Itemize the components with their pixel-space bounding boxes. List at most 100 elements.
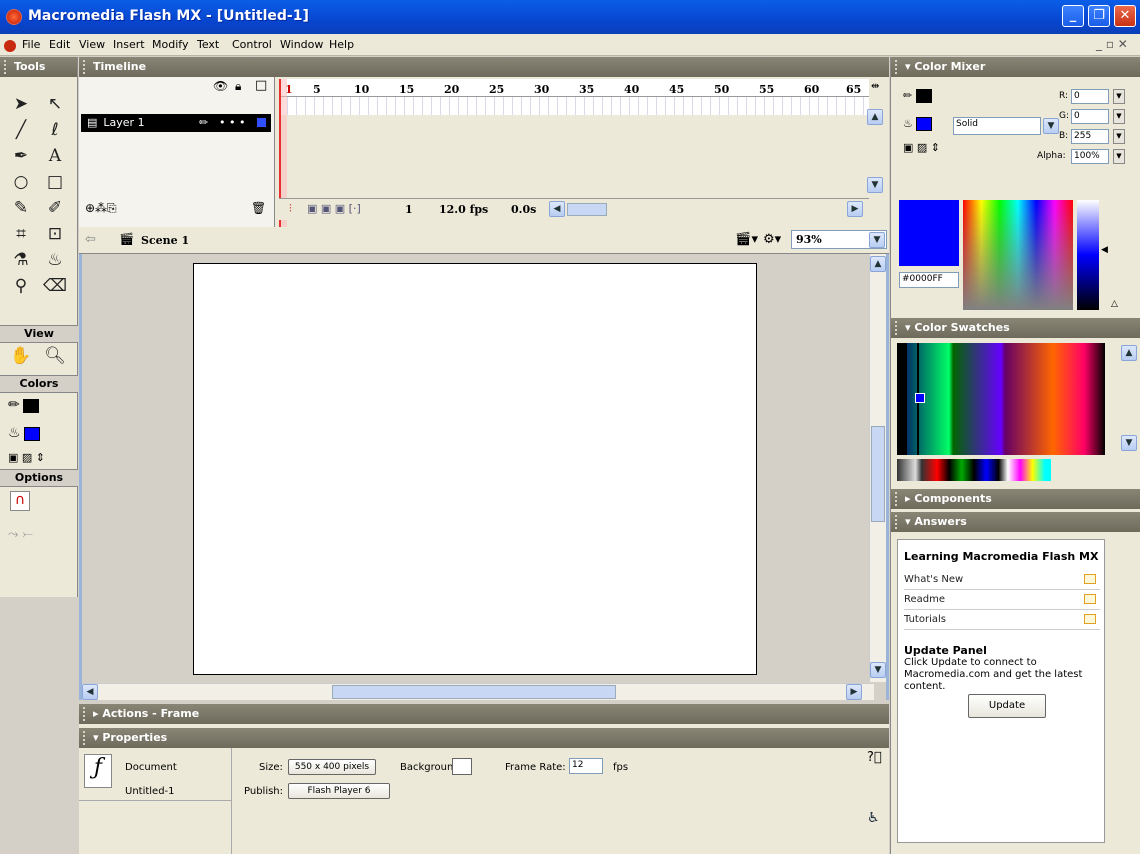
frame-row[interactable] xyxy=(279,97,869,115)
back-arrow-icon[interactable]: ⇦ xyxy=(85,232,96,247)
stroke-color-swatch[interactable] xyxy=(23,399,40,413)
mixer-stroke-control[interactable]: ✏ xyxy=(903,89,932,103)
arrow-tool-icon[interactable]: ➤ xyxy=(4,91,38,117)
menu-text[interactable]: Text xyxy=(197,38,219,51)
eyedropper-tool-icon[interactable]: ⚲ xyxy=(4,273,38,299)
color-spectrum[interactable] xyxy=(963,200,1073,310)
color-mixer-header[interactable]: ▾ Color Mixer xyxy=(891,57,1140,77)
rectangle-tool-icon[interactable]: □ xyxy=(38,169,72,195)
menu-view[interactable]: View xyxy=(79,38,105,51)
close-button[interactable]: ✕ xyxy=(1114,5,1136,27)
size-button[interactable]: 550 x 400 pixels xyxy=(288,759,376,775)
update-button[interactable]: Update xyxy=(968,694,1046,718)
stroke-color-control[interactable]: ✏ xyxy=(8,397,40,413)
red-dropdown[interactable]: ▼ xyxy=(1113,89,1125,104)
stage-vertical-scrollbar[interactable]: ▲ ▼ xyxy=(869,254,886,682)
document-icon[interactable] xyxy=(4,40,16,52)
paint-bucket-tool-icon[interactable]: ♨ xyxy=(38,247,72,273)
stage-scroll-right[interactable]: ▶ xyxy=(846,684,862,700)
alpha-input[interactable]: 100% xyxy=(1071,149,1109,164)
mixer-swap-icons[interactable]: ▣ ▨ ⇕ xyxy=(903,141,940,154)
publish-button[interactable]: Flash Player 6 xyxy=(288,783,390,799)
doc-window-controls[interactable]: _ ▫ ✕ xyxy=(1096,37,1128,51)
lasso-tool-icon[interactable]: ℓ xyxy=(38,117,72,143)
blue-dropdown[interactable]: ▼ xyxy=(1113,129,1125,144)
chevron-down-icon[interactable]: ▼ xyxy=(869,232,885,248)
frame-rate-input[interactable]: 12 xyxy=(569,758,603,774)
actions-panel-header[interactable]: ▸ Actions - Frame xyxy=(79,704,889,724)
tools-header[interactable]: Tools xyxy=(0,57,77,77)
stage-vscroll-thumb[interactable] xyxy=(871,426,885,522)
green-input[interactable]: 0 xyxy=(1071,109,1109,124)
zoom-tool-icon[interactable]: 🔍︎ xyxy=(38,343,72,369)
timeline-header[interactable]: Timeline xyxy=(79,57,889,77)
stage-hscroll-thumb[interactable] xyxy=(332,685,616,699)
timeline-scroll-up[interactable]: ▲ xyxy=(867,109,883,125)
trash-icon[interactable]: 🗑︎ xyxy=(251,201,266,215)
edit-symbol-icon[interactable]: ⚙︎▾ xyxy=(763,232,781,247)
swatches-scroll-up[interactable]: ▲ xyxy=(1121,345,1137,361)
menu-window[interactable]: Window xyxy=(280,38,323,51)
blue-input[interactable]: 255 xyxy=(1071,129,1109,144)
brightness-pointer[interactable]: ◀ xyxy=(1101,245,1108,255)
answers-header[interactable]: ▾ Answers xyxy=(891,512,1140,532)
eraser-tool-icon[interactable]: ⌫ xyxy=(38,273,72,299)
snap-magnet-icon[interactable]: ∩ xyxy=(10,491,30,511)
menu-control[interactable]: Control xyxy=(232,38,272,51)
gradient-swatches[interactable] xyxy=(897,459,1051,481)
green-dropdown[interactable]: ▼ xyxy=(1113,109,1125,124)
expand-triangle-icon[interactable]: △ xyxy=(1111,299,1118,309)
pencil-tool-icon[interactable]: ✎ xyxy=(4,195,38,221)
document-canvas[interactable] xyxy=(193,263,757,675)
eye-icon[interactable]: 👁︎ xyxy=(213,79,228,93)
mixer-fill-control[interactable]: ♨ xyxy=(903,117,933,131)
smooth-straighten-icons[interactable]: ⤳ ⤚ xyxy=(8,527,33,542)
fill-transform-tool-icon[interactable]: ⊡ xyxy=(38,221,72,247)
properties-panel-header[interactable]: ▾ Properties xyxy=(79,728,889,748)
timeline-hscroll-thumb[interactable] xyxy=(567,203,607,216)
lock-icon[interactable]: 🔒︎ xyxy=(235,79,241,94)
whats-new-link[interactable]: What's New xyxy=(904,570,1100,590)
hex-input[interactable]: #0000FF xyxy=(899,272,959,288)
help-icon[interactable]: ?⃝ xyxy=(867,750,882,765)
hand-tool-icon[interactable]: ✋ xyxy=(4,343,38,369)
menu-modify[interactable]: Modify xyxy=(152,38,188,51)
stage-scroll-down[interactable]: ▼ xyxy=(870,662,886,678)
outline-icon[interactable]: □ xyxy=(255,78,267,93)
pen-tool-icon[interactable]: ✒ xyxy=(4,143,38,169)
mixer-stroke-swatch[interactable] xyxy=(915,89,932,103)
edit-scene-icon[interactable]: 🎬︎▾ xyxy=(735,232,758,247)
add-layer-icon[interactable]: ⊕⁂⎘ xyxy=(85,201,117,216)
subselect-tool-icon[interactable]: ↖ xyxy=(38,91,72,117)
free-transform-tool-icon[interactable]: ⌗ xyxy=(4,221,38,247)
center-frame-icon[interactable]: ⫶ xyxy=(289,202,292,216)
color-swap-icons[interactable]: ▣ ▨ ⇕ xyxy=(8,451,45,464)
timeline-menu-icon[interactable]: ⇹ xyxy=(871,81,879,92)
layer-row[interactable]: ▤ Layer 1 ✏ • • • xyxy=(81,114,271,132)
minimize-button[interactable]: _ xyxy=(1062,5,1084,27)
brush-tool-icon[interactable]: ✐ xyxy=(38,195,72,221)
alpha-dropdown[interactable]: ▼ xyxy=(1113,149,1125,164)
zoom-select[interactable]: 93% ▼ xyxy=(791,230,887,249)
components-header[interactable]: ▸ Components xyxy=(891,489,1140,509)
swatch-grid[interactable] xyxy=(897,343,1105,455)
oval-tool-icon[interactable]: ○ xyxy=(4,169,38,195)
red-input[interactable]: 0 xyxy=(1071,89,1109,104)
menu-file[interactable]: File xyxy=(22,38,40,51)
flash-app-icon[interactable] xyxy=(6,9,22,25)
swatches-scroll-down[interactable]: ▼ xyxy=(1121,435,1137,451)
menu-help[interactable]: Help xyxy=(329,38,354,51)
fill-type-chevron-down-icon[interactable]: ▼ xyxy=(1043,118,1059,134)
fill-color-control[interactable]: ♨ xyxy=(8,425,41,441)
timeline-scroll-down[interactable]: ▼ xyxy=(867,177,883,193)
timeline-scroll-left[interactable]: ◀ xyxy=(549,201,565,217)
text-tool-icon[interactable]: A xyxy=(38,143,72,169)
ink-bottle-tool-icon[interactable]: ⚗ xyxy=(4,247,38,273)
fill-color-swatch[interactable] xyxy=(24,427,41,441)
fill-type-select[interactable]: Solid xyxy=(953,117,1041,135)
timeline-scroll-right[interactable]: ▶ xyxy=(847,201,863,217)
accessibility-icon[interactable]: ♿︎ xyxy=(867,810,880,826)
stage-horizontal-scrollbar[interactable]: ◀ ▶ xyxy=(82,683,874,700)
mixer-fill-swatch[interactable] xyxy=(916,117,933,131)
color-swatches-header[interactable]: ▾ Color Swatches xyxy=(891,318,1140,338)
